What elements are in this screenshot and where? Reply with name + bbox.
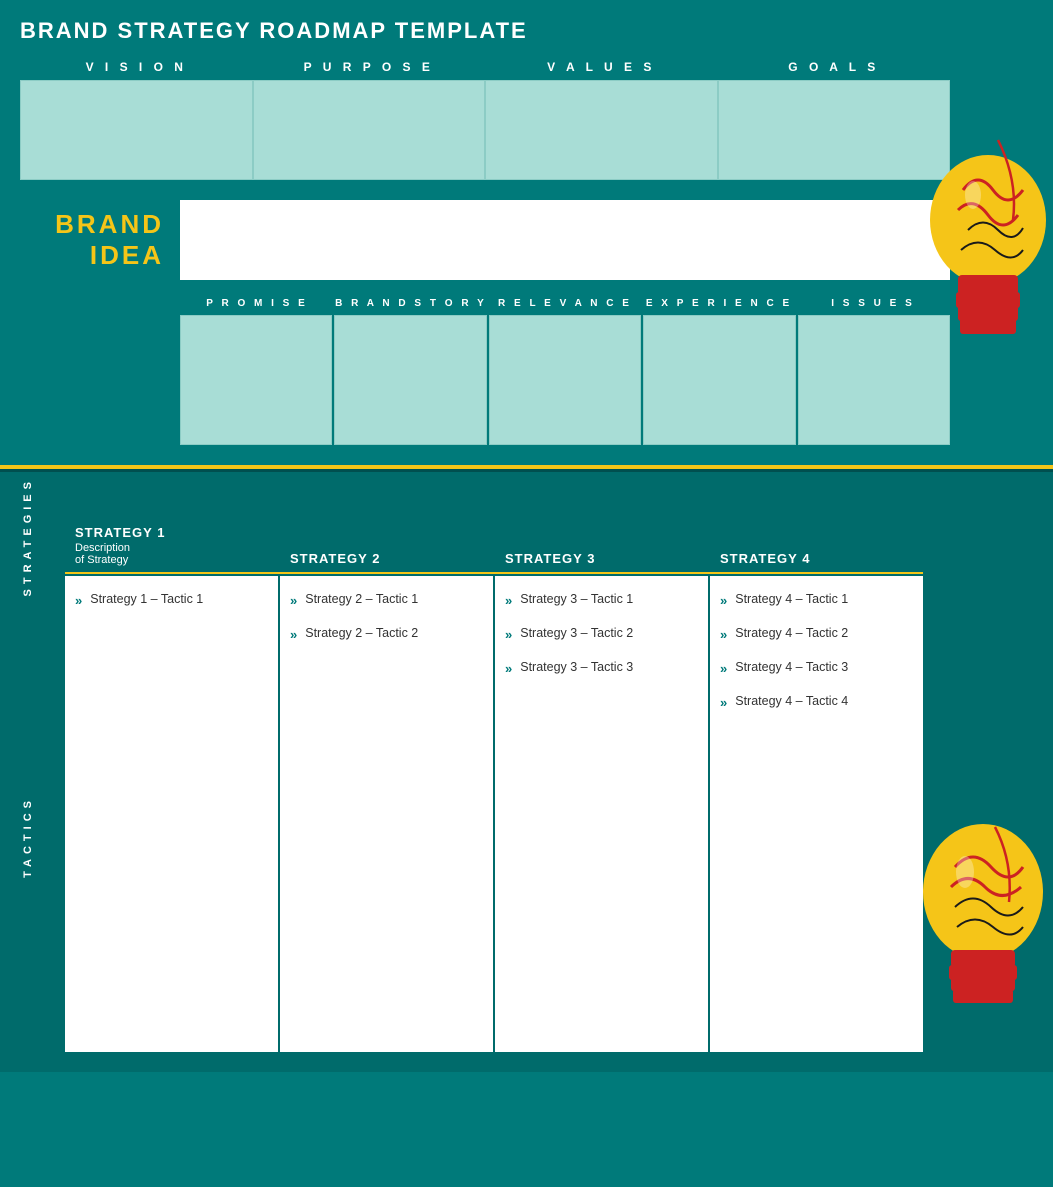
tactic-4-1-text: Strategy 4 – Tactic 1 bbox=[735, 592, 848, 606]
tactic-2-2: » Strategy 2 – Tactic 2 bbox=[290, 626, 483, 642]
tactic-1-1-text: Strategy 1 – Tactic 1 bbox=[90, 592, 203, 606]
purpose-col: P U R P O S E bbox=[253, 60, 486, 180]
experience-box[interactable] bbox=[643, 315, 795, 445]
strategy-3-title: STRATEGY 3 bbox=[505, 551, 698, 566]
brand-idea-label: BRAND IDEA bbox=[20, 209, 180, 271]
goals-col: G O A L S bbox=[718, 60, 951, 180]
tactic-arrow-3-1: » bbox=[505, 593, 512, 608]
tactic-4-4-text: Strategy 4 – Tactic 4 bbox=[735, 694, 848, 708]
strategy-4-header: STRATEGY 4 bbox=[710, 492, 923, 572]
brand-story-label: B R A N D S T O R Y bbox=[334, 298, 488, 309]
tactic-2-2-text: Strategy 2 – Tactic 2 bbox=[305, 626, 418, 640]
brand-idea-box[interactable] bbox=[180, 200, 950, 280]
strategy-2-header: STRATEGY 2 bbox=[280, 492, 493, 572]
lightbulb-bottom-svg bbox=[913, 772, 1053, 1072]
tactic-4-2: » Strategy 4 – Tactic 2 bbox=[720, 626, 913, 642]
vpvg-row: V I S I O N P U R P O S E V A L U E S G … bbox=[20, 60, 950, 180]
tactic-4-3: » Strategy 4 – Tactic 3 bbox=[720, 660, 913, 676]
tactic-3-3: » Strategy 3 – Tactic 3 bbox=[505, 660, 698, 676]
lightbulb-bottom-decoration bbox=[913, 772, 1053, 1072]
tactic-3-1-text: Strategy 3 – Tactic 1 bbox=[520, 592, 633, 606]
strategies-row: STRATEGY 1 Descriptionof Strategy STRATE… bbox=[65, 492, 923, 572]
tactics-label: TACTICS bbox=[22, 796, 34, 878]
pbre-labels: P R O M I S E B R A N D S T O R Y R E L … bbox=[180, 298, 950, 315]
strategy-2-title: STRATEGY 2 bbox=[290, 551, 483, 566]
experience-label: E X P E R I E N C E bbox=[642, 298, 796, 309]
strategy-1-title: STRATEGY 1 bbox=[75, 525, 268, 540]
tactic-arrow-2-1: » bbox=[290, 593, 297, 608]
left-labels: STRATEGIES TACTICS bbox=[0, 472, 55, 1072]
bottom-section: STRATEGIES TACTICS STRATEGY 1 Descriptio… bbox=[0, 472, 1053, 1072]
tactic-3-2: » Strategy 3 – Tactic 2 bbox=[505, 626, 698, 642]
vision-label: V I S I O N bbox=[86, 60, 187, 74]
strategy-4-title: STRATEGY 4 bbox=[720, 551, 913, 566]
tactic-4-4: » Strategy 4 – Tactic 4 bbox=[720, 694, 913, 710]
values-label: V A L U E S bbox=[547, 60, 655, 74]
bottom-main-content: STRATEGY 1 Descriptionof Strategy STRATE… bbox=[55, 472, 1053, 1072]
pbre-boxes bbox=[180, 315, 950, 445]
main-title: BRAND STRATEGY ROADMAP TEMPLATE bbox=[20, 18, 1033, 44]
lightbulb-top-svg bbox=[923, 60, 1053, 490]
relevance-label: R E L E V A N C E bbox=[488, 298, 642, 309]
tactic-col-3[interactable]: » Strategy 3 – Tactic 1 » Strategy 3 – T… bbox=[495, 576, 708, 1052]
tactic-3-1: » Strategy 3 – Tactic 1 bbox=[505, 592, 698, 608]
brand-idea-row: BRAND IDEA bbox=[20, 200, 950, 280]
tactic-2-1: » Strategy 2 – Tactic 1 bbox=[290, 592, 483, 608]
tactic-col-2[interactable]: » Strategy 2 – Tactic 1 » Strategy 2 – T… bbox=[280, 576, 493, 1052]
strategy-1-desc: Descriptionof Strategy bbox=[75, 542, 268, 566]
lightbulb-top-decoration bbox=[923, 60, 1053, 490]
values-box[interactable] bbox=[485, 80, 718, 180]
vision-box[interactable] bbox=[20, 80, 253, 180]
tactic-arrow-4-1: » bbox=[720, 593, 727, 608]
vision-col: V I S I O N bbox=[20, 60, 253, 180]
tactic-4-2-text: Strategy 4 – Tactic 2 bbox=[735, 626, 848, 640]
promise-label: P R O M I S E bbox=[180, 298, 334, 309]
strategy-3-col: STRATEGY 3 bbox=[495, 492, 708, 572]
relevance-box[interactable] bbox=[489, 315, 641, 445]
strategy-1-header: STRATEGY 1 Descriptionof Strategy bbox=[65, 492, 278, 572]
tactic-col-4[interactable]: » Strategy 4 – Tactic 1 » Strategy 4 – T… bbox=[710, 576, 923, 1052]
pbre-section: P R O M I S E B R A N D S T O R Y R E L … bbox=[180, 298, 950, 445]
purpose-label: P U R P O S E bbox=[304, 60, 434, 74]
tactic-4-1: » Strategy 4 – Tactic 1 bbox=[720, 592, 913, 608]
strategies-label-area: STRATEGIES bbox=[0, 472, 55, 602]
tactic-arrow-4-3: » bbox=[720, 661, 727, 676]
tactic-col-1[interactable]: » Strategy 1 – Tactic 1 bbox=[65, 576, 278, 1052]
tactic-arrow-3-3: » bbox=[505, 661, 512, 676]
top-section: BRAND STRATEGY ROADMAP TEMPLATE V I S I … bbox=[0, 0, 1053, 465]
tactic-3-2-text: Strategy 3 – Tactic 2 bbox=[520, 626, 633, 640]
tactic-arrow-2-2: » bbox=[290, 627, 297, 642]
values-col: V A L U E S bbox=[485, 60, 718, 180]
goals-box[interactable] bbox=[718, 80, 951, 180]
tactic-arrow-3-2: » bbox=[505, 627, 512, 642]
strategy-4-col: STRATEGY 4 bbox=[710, 492, 923, 572]
tactic-arrow-4-2: » bbox=[720, 627, 727, 642]
tactics-label-area: TACTICS bbox=[0, 602, 55, 1072]
strategy-3-header: STRATEGY 3 bbox=[495, 492, 708, 572]
strategy-tactics-divider bbox=[65, 572, 923, 574]
strategy-2-col: STRATEGY 2 bbox=[280, 492, 493, 572]
tactic-arrow-1-1: » bbox=[75, 593, 82, 608]
purpose-box[interactable] bbox=[253, 80, 486, 180]
brand-story-box[interactable] bbox=[334, 315, 486, 445]
tactic-2-1-text: Strategy 2 – Tactic 1 bbox=[305, 592, 418, 606]
tactic-4-3-text: Strategy 4 – Tactic 3 bbox=[735, 660, 848, 674]
tactic-arrow-4-4: » bbox=[720, 695, 727, 710]
tactic-3-3-text: Strategy 3 – Tactic 3 bbox=[520, 660, 633, 674]
strategy-1-col: STRATEGY 1 Descriptionof Strategy bbox=[65, 492, 278, 572]
strategies-label: STRATEGIES bbox=[22, 477, 34, 596]
goals-label: G O A L S bbox=[788, 60, 879, 74]
tactics-area: » Strategy 1 – Tactic 1 » Strategy 2 – T… bbox=[65, 576, 923, 1052]
promise-box[interactable] bbox=[180, 315, 332, 445]
tactic-1-1: » Strategy 1 – Tactic 1 bbox=[75, 592, 268, 608]
